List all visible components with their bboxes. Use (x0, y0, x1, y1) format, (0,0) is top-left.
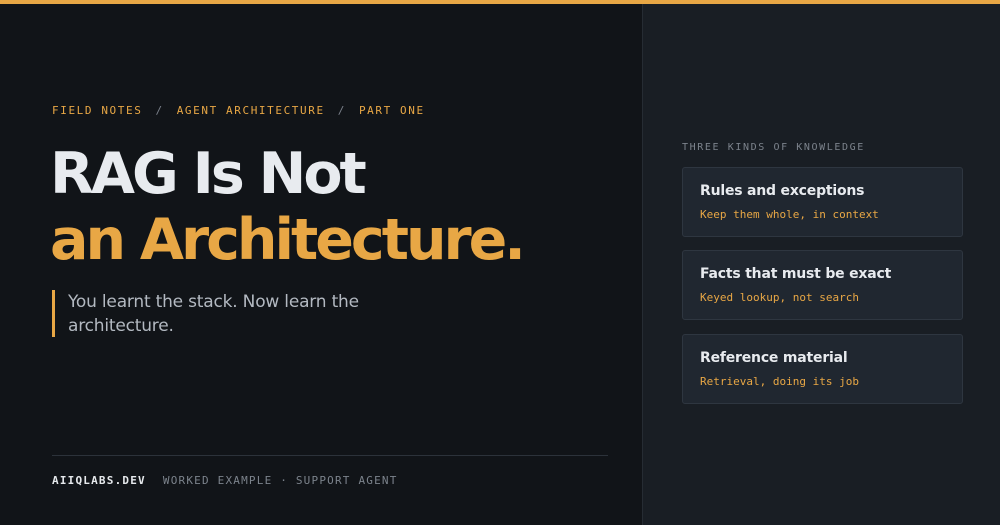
card-subtitle: Retrieval, doing its job (700, 375, 859, 388)
kicker-separator: / (337, 104, 346, 117)
kicker-breadcrumb: FIELD NOTES / AGENT ARCHITECTURE / PART … (52, 104, 425, 117)
knowledge-card-facts: Facts that must be exact Keyed lookup, n… (682, 250, 963, 320)
brand-link[interactable]: AIIQLABS.DEV (52, 474, 146, 487)
footer: AIIQLABS.DEV WORKED EXAMPLE · SUPPORT AG… (52, 474, 398, 487)
title-line-2: an Architecture. (50, 207, 526, 273)
knowledge-heading: THREE KINDS OF KNOWLEDGE (682, 142, 865, 153)
card-title: Facts that must be exact (700, 266, 892, 282)
card-title: Reference material (700, 350, 848, 366)
card-title: Rules and exceptions (700, 183, 865, 199)
kicker-part-one: PART ONE (358, 104, 425, 117)
footer-meta: WORKED EXAMPLE · SUPPORT AGENT (162, 474, 398, 487)
knowledge-card-reference: Reference material Retrieval, doing its … (682, 334, 963, 404)
subtitle-quote: You learnt the stack. Now learn the arch… (52, 290, 412, 337)
card-subtitle: Keyed lookup, not search (700, 291, 859, 304)
card-subtitle: Keep them whole, in context (700, 208, 879, 221)
kicker-agent-architecture: AGENT ARCHITECTURE (176, 104, 325, 117)
title-line-1: RAG Is Not (50, 141, 367, 207)
knowledge-card-rules: Rules and exceptions Keep them whole, in… (682, 167, 963, 237)
kicker-field-notes: FIELD NOTES (52, 104, 143, 117)
kicker-separator: / (155, 104, 164, 117)
knowledge-panel: THREE KINDS OF KNOWLEDGE Rules and excep… (642, 4, 1000, 525)
page-title: RAG Is Not an Architecture. (50, 141, 526, 273)
footer-divider (52, 455, 608, 456)
